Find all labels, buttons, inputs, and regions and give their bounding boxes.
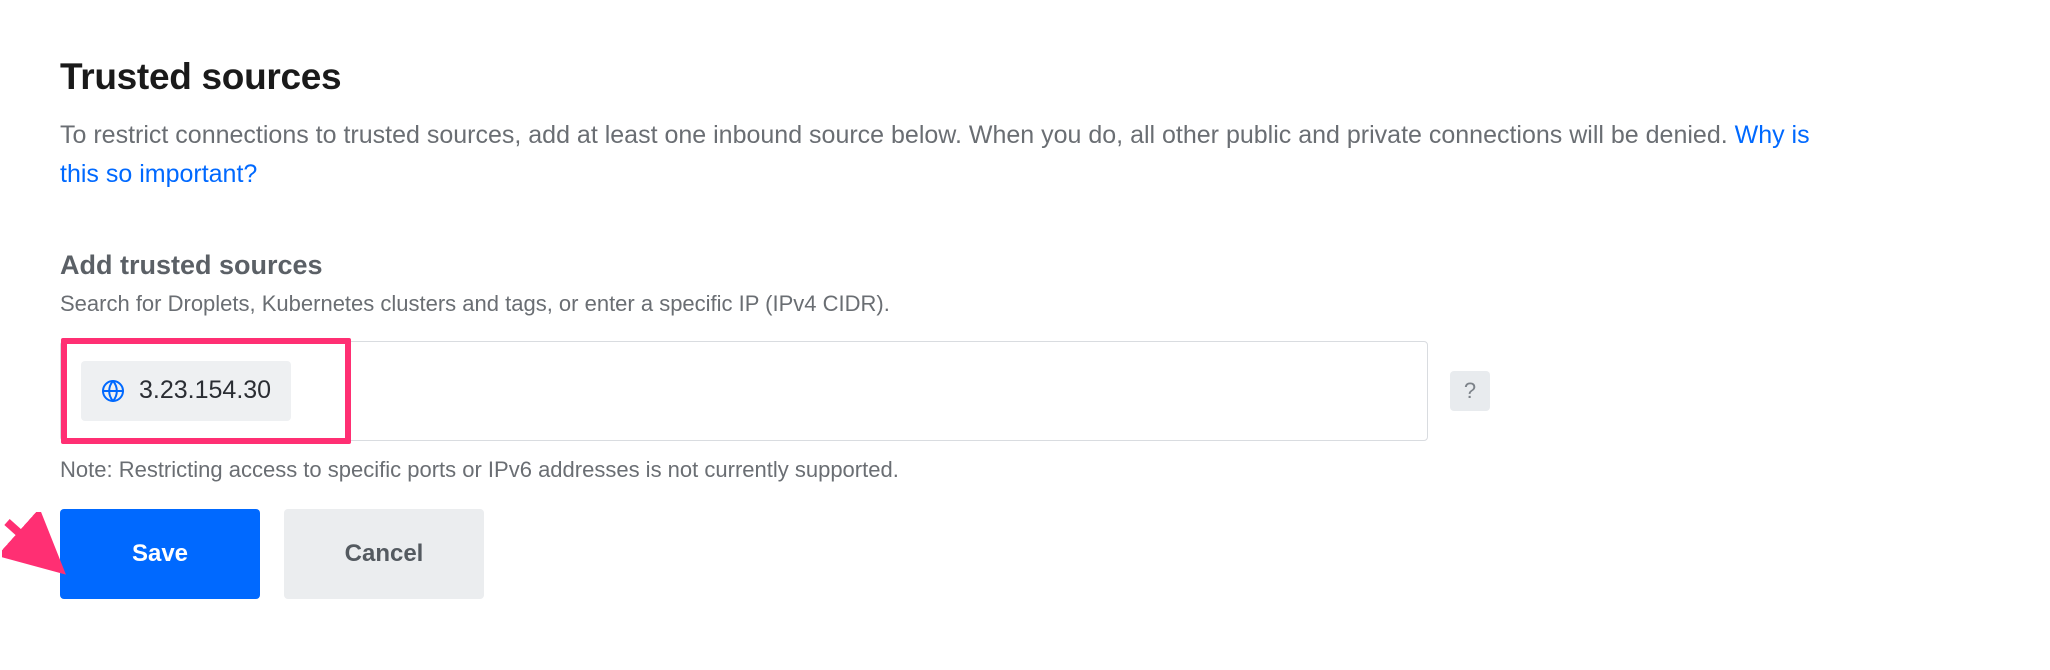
add-sources-subtitle: Add trusted sources: [60, 250, 1990, 281]
note-text: Note: Restricting access to specific por…: [60, 457, 1990, 483]
help-button[interactable]: ?: [1450, 371, 1490, 411]
add-sources-hint: Search for Droplets, Kubernetes clusters…: [60, 291, 1990, 317]
trusted-sources-input[interactable]: [321, 354, 1411, 428]
save-button[interactable]: Save: [60, 509, 260, 599]
globe-icon: [101, 379, 125, 403]
source-chip[interactable]: 3.23.154.30: [81, 361, 291, 421]
section-title: Trusted sources: [60, 56, 1990, 98]
description-text: To restrict connections to trusted sourc…: [60, 121, 1735, 149]
section-description: To restrict connections to trusted sourc…: [60, 116, 1840, 194]
trusted-sources-input-container[interactable]: 3.23.154.30: [60, 341, 1428, 441]
source-chip-label: 3.23.154.30: [139, 376, 271, 405]
cancel-button[interactable]: Cancel: [284, 509, 484, 599]
